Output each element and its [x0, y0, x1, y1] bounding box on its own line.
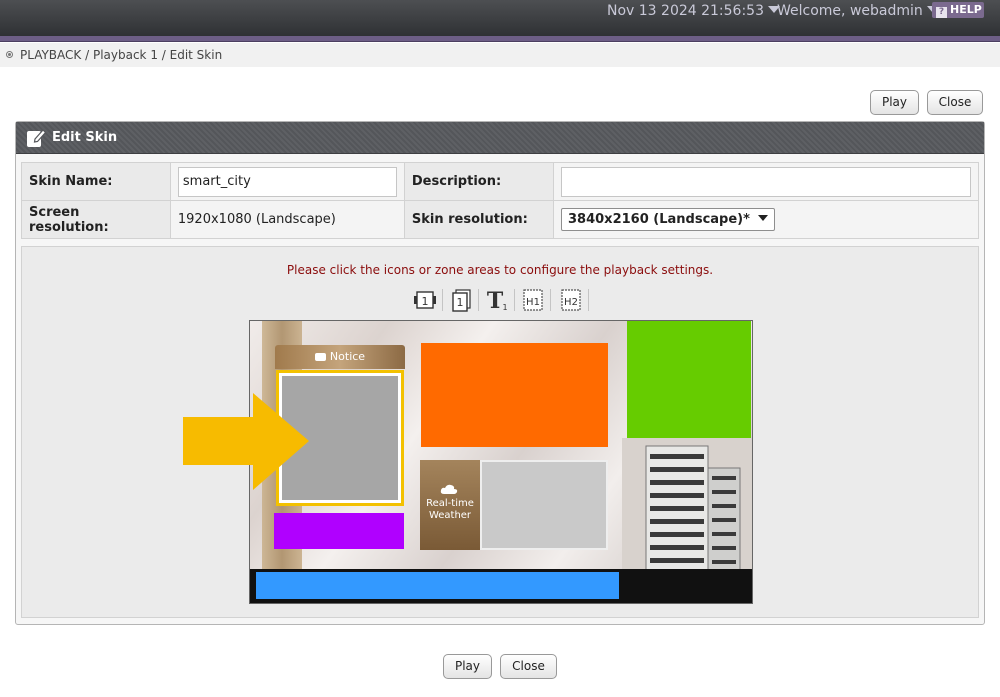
weather-label-1: Real-time	[426, 498, 474, 509]
orange-zone[interactable]	[421, 343, 608, 447]
svg-text:1: 1	[502, 303, 507, 312]
skin-resolution-value: 3840x2160 (Landscape)*	[568, 212, 750, 227]
user-menu[interactable]: Welcome, webadmin	[777, 3, 939, 19]
skin-preview: Notice Real-time Weather	[249, 320, 753, 604]
description-label: Description:	[403, 162, 555, 201]
help-button[interactable]: ? HELP	[932, 2, 984, 18]
toolbar-separator	[588, 289, 589, 311]
edit-skin-panel: Edit Skin Skin Name: smart_city Descript…	[15, 121, 985, 625]
play-button-bottom[interactable]: Play	[443, 654, 492, 679]
toolbar-separator	[478, 289, 479, 311]
description-input[interactable]	[561, 166, 971, 197]
screen-resolution-value: 1920x1080 (Landscape)	[169, 200, 405, 239]
weather-label-2: Weather	[428, 510, 472, 521]
toolbar-separator	[514, 289, 515, 311]
datetime-dropdown[interactable]: Nov 13 2024 21:56:53	[607, 3, 780, 19]
svg-text:H1: H1	[526, 297, 540, 308]
text-zone-icon[interactable]: T 1	[484, 287, 510, 313]
notice-header: Notice	[275, 345, 405, 369]
datetime-text: Nov 13 2024 21:56:53	[607, 3, 764, 19]
help-label: HELP	[950, 3, 982, 16]
skin-name-input[interactable]: smart_city	[177, 166, 397, 197]
welcome-text: Welcome, webadmin	[777, 3, 923, 19]
notice-label: Notice	[329, 350, 366, 363]
breadcrumb-bar: PLAYBACK / Playback 1 / Edit Skin	[0, 43, 1000, 67]
edit-skin-icon	[27, 129, 46, 147]
panel-header: Edit Skin	[16, 122, 984, 154]
close-button-top[interactable]: Close	[927, 90, 983, 115]
skin-resolution-select[interactable]: 3840x2160 (Landscape)*	[561, 208, 775, 231]
cloud-icon	[440, 484, 458, 494]
skin-form: Skin Name: smart_city Description: Scree…	[21, 162, 979, 239]
weather-widget[interactable]: Real-time Weather	[420, 460, 480, 550]
green-zone[interactable]	[627, 321, 751, 438]
question-icon: ?	[936, 7, 947, 18]
h1-zone-icon[interactable]: H1	[520, 287, 546, 313]
image-zone-icon[interactable]: 1	[448, 287, 474, 313]
svg-text:T: T	[487, 288, 504, 313]
ticker-zone[interactable]	[256, 572, 619, 599]
svg-text:H2: H2	[564, 297, 578, 308]
purple-zone[interactable]	[274, 513, 404, 549]
arrow-pointer-icon	[183, 393, 309, 490]
weather-zone[interactable]	[480, 460, 608, 550]
top-bar: Nov 13 2024 21:56:53 Welcome, webadmin ?…	[0, 0, 1000, 36]
chat-icon	[314, 353, 326, 361]
screen-resolution-label: Screen resolution:	[21, 200, 171, 239]
bullet-icon	[6, 51, 13, 58]
header-accent-bar	[0, 36, 1000, 42]
video-zone-icon[interactable]: 1	[412, 287, 438, 313]
editor-hint: Please click the icons or zone areas to …	[286, 263, 714, 277]
chevron-down-icon	[757, 215, 768, 221]
panel-title: Edit Skin	[52, 130, 118, 145]
skin-editor: Please click the icons or zone areas to …	[21, 246, 979, 618]
toolbar-separator	[442, 289, 443, 311]
h2-zone-icon[interactable]: H2	[558, 287, 584, 313]
svg-text:1: 1	[422, 295, 429, 308]
skin-resolution-label: Skin resolution:	[403, 200, 555, 239]
play-button-top[interactable]: Play	[870, 90, 919, 115]
breadcrumb: PLAYBACK / Playback 1 / Edit Skin	[20, 48, 223, 62]
skin-name-label: Skin Name:	[21, 162, 171, 201]
toolbar-separator	[550, 289, 551, 311]
svg-text:1: 1	[457, 296, 464, 309]
close-button-bottom[interactable]: Close	[500, 654, 557, 679]
